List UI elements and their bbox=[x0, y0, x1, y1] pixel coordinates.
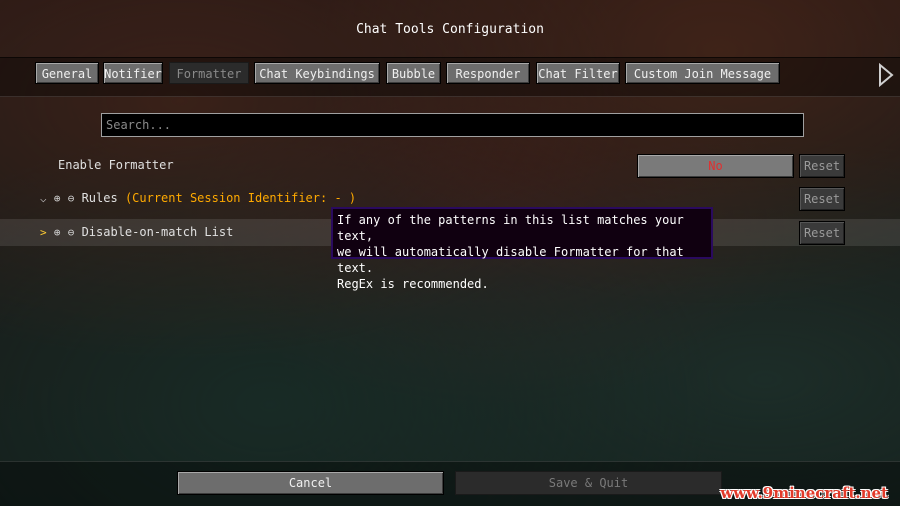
page-title: Chat Tools Configuration bbox=[356, 22, 544, 37]
search-input[interactable]: Search... bbox=[101, 113, 804, 137]
tab-chat-keybindings[interactable]: Chat Keybindings bbox=[254, 62, 380, 84]
rules-row[interactable]: ⌵ ⊕ ⊖ Rules (Current Session Identifier:… bbox=[40, 191, 356, 205]
rules-reset-button[interactable]: Reset bbox=[799, 187, 845, 211]
minus-circle-icon[interactable]: ⊖ bbox=[68, 192, 75, 205]
tab-custom-join-message[interactable]: Custom Join Message bbox=[625, 62, 780, 84]
enable-formatter-reset-button[interactable]: Reset bbox=[799, 154, 845, 178]
chevron-right-icon[interactable]: > bbox=[40, 226, 47, 239]
tab-bubble[interactable]: Bubble bbox=[386, 62, 441, 84]
minus-circle-icon[interactable]: ⊖ bbox=[68, 226, 75, 239]
enable-formatter-toggle[interactable]: No bbox=[637, 154, 794, 178]
chevron-down-icon[interactable]: ⌵ bbox=[40, 192, 47, 205]
tooltip-line: RegEx is recommended. bbox=[337, 277, 489, 291]
enable-formatter-label: Enable Formatter bbox=[58, 158, 174, 172]
rules-label: Rules bbox=[81, 191, 118, 205]
tooltip-line: If any of the patterns in this list matc… bbox=[337, 213, 684, 243]
rules-session-identifier: (Current Session Identifier: - ) bbox=[124, 191, 357, 205]
tab-general[interactable]: General bbox=[35, 62, 99, 84]
plus-circle-icon[interactable]: ⊕ bbox=[54, 226, 61, 239]
watermark: www.9minecraft.net bbox=[720, 484, 888, 502]
scroll-right-icon[interactable] bbox=[876, 63, 896, 87]
disable-list-row[interactable]: > ⊕ ⊖ Disable-on-match List bbox=[40, 225, 233, 239]
tab-notifier[interactable]: Notifier bbox=[103, 62, 163, 84]
save-quit-button[interactable]: Save & Quit bbox=[455, 471, 722, 495]
tab-responder[interactable]: Responder bbox=[446, 62, 530, 84]
tooltip-line: we will automatically disable Formatter … bbox=[337, 245, 684, 275]
disable-list-label: Disable-on-match List bbox=[81, 225, 234, 239]
tab-formatter[interactable]: Formatter bbox=[169, 62, 249, 84]
plus-circle-icon[interactable]: ⊕ bbox=[54, 192, 61, 205]
tooltip: If any of the patterns in this list matc… bbox=[331, 207, 713, 291]
tab-chat-filter[interactable]: Chat Filter bbox=[536, 62, 620, 84]
disable-list-reset-button[interactable]: Reset bbox=[799, 221, 845, 245]
cancel-button[interactable]: Cancel bbox=[177, 471, 444, 495]
